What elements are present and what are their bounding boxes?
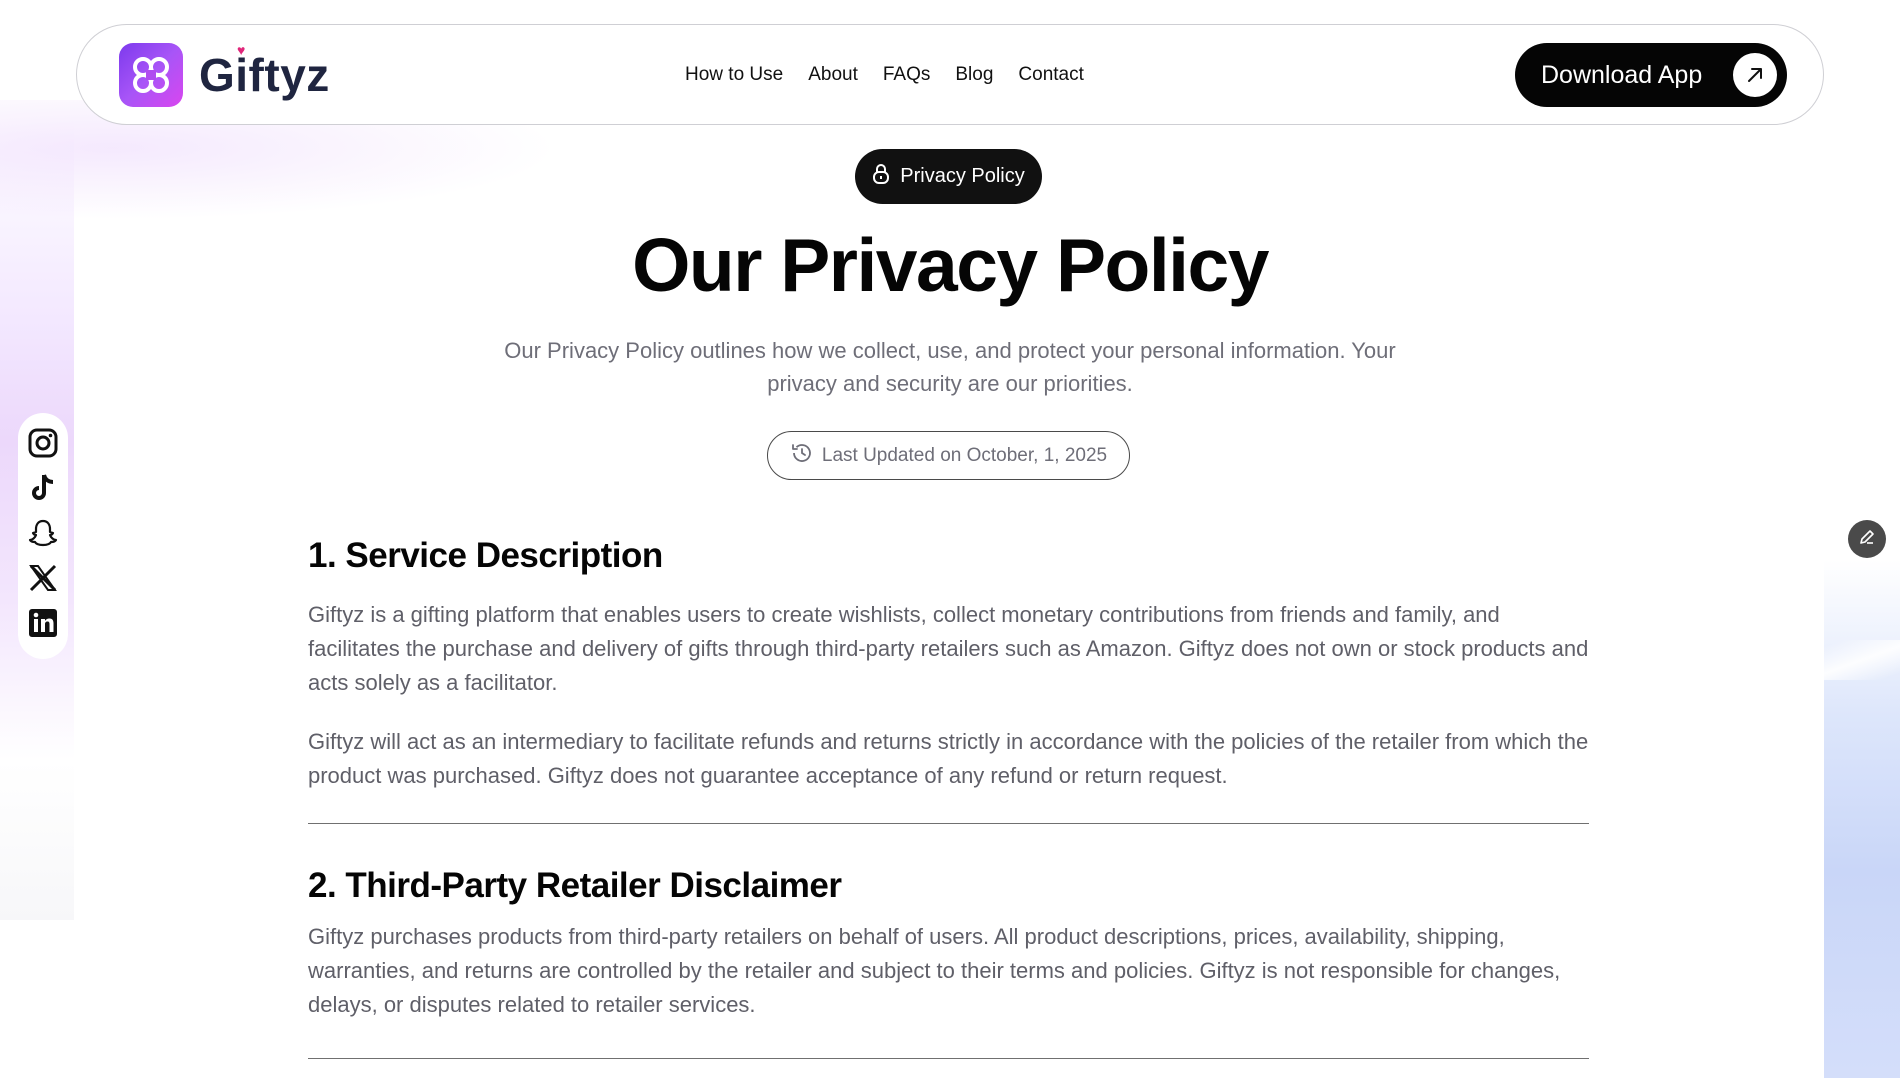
arrow-up-right-icon [1733,53,1777,97]
nav-about[interactable]: About [808,64,858,86]
instagram-icon[interactable] [27,427,59,459]
section-divider [308,823,1589,824]
download-app-button[interactable]: Download App [1515,43,1787,107]
lock-icon [872,163,890,191]
nav-blog[interactable]: Blog [955,64,993,86]
section-title: 1. Service Description [308,536,663,575]
page-subtitle: Our Privacy Policy outlines how we colle… [504,338,1396,396]
logo-heart-icon: ♥ [237,42,246,58]
logo-icon [119,43,183,107]
edit-button[interactable] [1848,520,1886,558]
logo[interactable]: Giftyz ♥ [119,42,330,107]
x-icon[interactable] [27,562,59,594]
site-header: Giftyz ♥ How to Use About FAQs Blog Cont… [76,24,1824,125]
section-paragraph: Giftyz will act as an intermediary to fa… [308,729,1589,788]
tiktok-icon[interactable] [27,472,59,504]
download-app-label: Download App [1541,60,1703,89]
snapchat-icon[interactable] [27,517,59,549]
right-decor [1824,560,1900,1078]
logo-text: Giftyz ♥ [199,42,330,101]
nav-faqs[interactable]: FAQs [883,64,931,86]
section-title: 2. Third-Party Retailer Disclaimer [308,866,842,905]
section-paragraph: Giftyz purchases products from third-par… [308,924,1561,1017]
pencil-icon [1858,528,1876,551]
badge-label: Privacy Policy [900,165,1025,187]
section-divider [308,1058,1589,1059]
main-nav: How to Use About FAQs Blog Contact [685,25,1109,124]
privacy-policy-badge: Privacy Policy [855,149,1042,204]
page-title: Our Privacy Policy [632,223,1269,307]
history-icon [790,441,814,471]
last-updated-text: Last Updated on October, 1, 2025 [821,444,1108,466]
social-sidebar [18,413,68,659]
section-paragraph: Giftyz is a gifting platform that enable… [308,602,1589,695]
linkedin-icon[interactable] [27,607,59,639]
nav-contact[interactable]: Contact [1018,64,1083,86]
nav-how-to-use[interactable]: How to Use [685,64,783,86]
right-decor-band [1824,640,1900,680]
last-updated-badge: Last Updated on October, 1, 2025 [767,431,1130,480]
policy-content: 1. Service Description Giftyz is a gifti… [308,536,1589,1059]
